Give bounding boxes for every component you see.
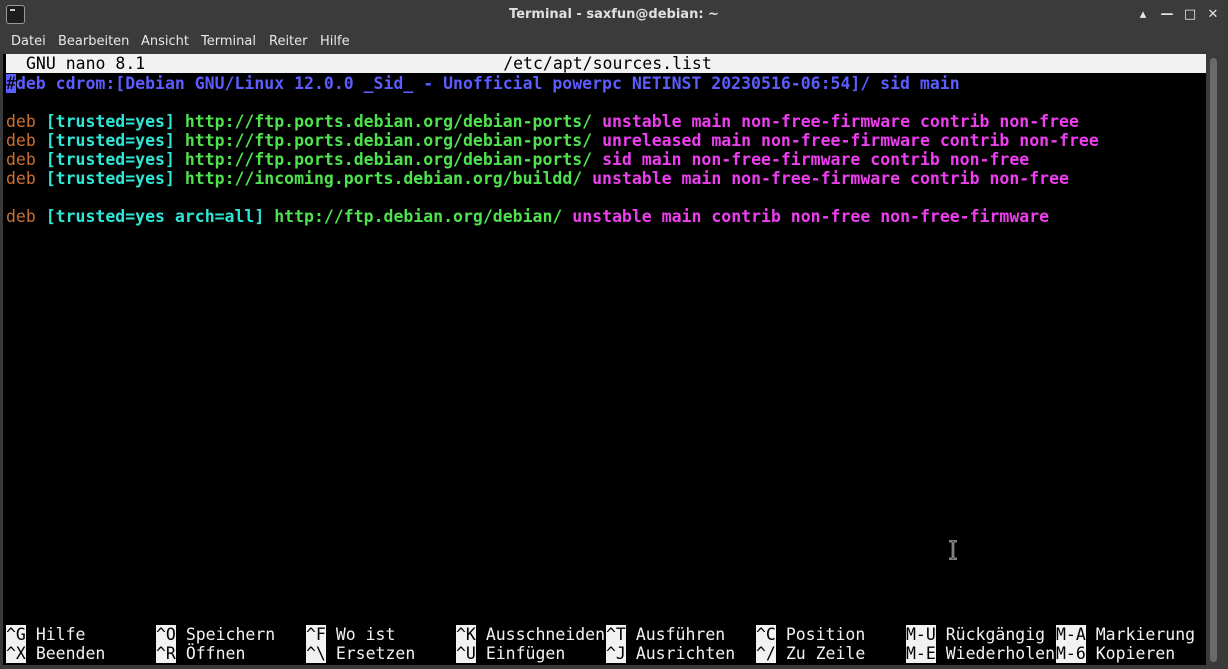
deb-options: [trusted=yes arch=all] bbox=[45, 207, 265, 226]
window-title: Terminal - saxfun@debian: ~ bbox=[509, 7, 719, 22]
shortcut-help[interactable]: ^G Hilfe bbox=[6, 625, 85, 644]
deb-url: http://ftp.ports.debian.org/debian-ports… bbox=[184, 131, 593, 150]
shade-up-icon[interactable]: ▴ bbox=[1134, 6, 1152, 24]
editor-line-6[interactable]: deb [trusted=yes] http://incoming.ports.… bbox=[6, 169, 1069, 188]
deb-url: http://ftp.ports.debian.org/debian-ports… bbox=[184, 112, 593, 131]
deb-keyword: deb bbox=[6, 112, 36, 131]
shortcut-justify[interactable]: ^J Ausrichten bbox=[606, 644, 735, 663]
deb-keyword: deb bbox=[6, 131, 36, 150]
minimize-icon[interactable]: — bbox=[1158, 6, 1176, 24]
shortcut-go-to-line[interactable]: ^/ Zu Zeile bbox=[756, 644, 865, 663]
menu-hilfe[interactable]: Hilfe bbox=[320, 34, 350, 49]
close-icon[interactable]: ✕ bbox=[1204, 6, 1222, 24]
shortcut-open[interactable]: ^R Öffnen bbox=[156, 644, 245, 663]
text-cursor-icon bbox=[949, 540, 957, 560]
shortcut-mark[interactable]: M-A Markierung bbox=[1056, 625, 1195, 644]
terminal-area[interactable]: GNU nano 8.1 /etc/apt/sources.list #deb … bbox=[3, 54, 1209, 665]
deb-components: unstable main non-free-firmware contrib … bbox=[602, 112, 1079, 131]
shortcut-paste[interactable]: ^U Einfügen bbox=[456, 644, 565, 663]
shortcut-exit[interactable]: ^X Beenden bbox=[6, 644, 105, 663]
shortcut-undo[interactable]: M-U Rückgängig bbox=[906, 625, 1045, 644]
deb-keyword: deb bbox=[6, 169, 36, 188]
shortcut-position[interactable]: ^C Position bbox=[756, 625, 865, 644]
deb-url: http://incoming.ports.debian.org/buildd/ bbox=[184, 169, 583, 188]
text-cursor: # bbox=[6, 74, 16, 93]
shortcut-execute[interactable]: ^T Ausführen bbox=[606, 625, 725, 644]
deb-options: [trusted=yes] bbox=[45, 150, 175, 169]
editor-line-4[interactable]: deb [trusted=yes] http://ftp.ports.debia… bbox=[6, 131, 1099, 150]
comment-text: deb cdrom:[Debian GNU/Linux 12.0.0 _Sid_… bbox=[15, 74, 960, 93]
menu-terminal[interactable]: Terminal bbox=[201, 34, 256, 49]
menu-reiter[interactable]: Reiter bbox=[269, 34, 308, 49]
shortcut-cut[interactable]: ^K Ausschneiden bbox=[456, 625, 605, 644]
deb-options: [trusted=yes] bbox=[45, 112, 175, 131]
shortcut-where-is[interactable]: ^F Wo ist bbox=[306, 625, 395, 644]
shortcut-redo[interactable]: M-E Wiederholen bbox=[906, 644, 1055, 663]
deb-components: sid main non-free-firmware contrib non-f… bbox=[602, 150, 1030, 169]
editor-line-8[interactable]: deb [trusted=yes arch=all] http://ftp.de… bbox=[6, 207, 1049, 226]
deb-components: unreleased main non-free-firmware contri… bbox=[602, 131, 1099, 150]
menu-datei[interactable]: Datei bbox=[11, 34, 46, 49]
editor-line-3[interactable]: deb [trusted=yes] http://ftp.ports.debia… bbox=[6, 112, 1079, 131]
nano-title-bar: GNU nano 8.1 /etc/apt/sources.list bbox=[6, 54, 1209, 73]
deb-url: http://ftp.debian.org/debian/ bbox=[274, 207, 563, 226]
shortcut-save[interactable]: ^O Speichern bbox=[156, 625, 275, 644]
deb-components: unstable main non-free-firmware contrib … bbox=[592, 169, 1069, 188]
window-titlebar[interactable]: Terminal - saxfun@debian: ~ ▴ — □ ✕ bbox=[0, 0, 1228, 31]
deb-keyword: deb bbox=[6, 207, 36, 226]
deb-options: [trusted=yes] bbox=[45, 169, 175, 188]
deb-components: unstable main contrib non-free non-free-… bbox=[572, 207, 1050, 226]
editor-line-1[interactable]: #deb cdrom:[Debian GNU/Linux 12.0.0 _Sid… bbox=[6, 74, 960, 93]
deb-keyword: deb bbox=[6, 150, 36, 169]
scrollbar-thumb[interactable] bbox=[1210, 58, 1217, 662]
menu-bearbeiten[interactable]: Bearbeiten bbox=[58, 34, 129, 49]
menu-ansicht[interactable]: Ansicht bbox=[141, 34, 189, 49]
maximize-icon[interactable]: □ bbox=[1181, 6, 1199, 24]
editor-line-5[interactable]: deb [trusted=yes] http://ftp.ports.debia… bbox=[6, 150, 1029, 169]
nano-filename: /etc/apt/sources.list bbox=[503, 54, 712, 73]
shortcut-replace[interactable]: ^\ Ersetzen bbox=[306, 644, 415, 663]
shortcut-copy[interactable]: M-6 Kopieren bbox=[1056, 644, 1175, 663]
deb-url: http://ftp.ports.debian.org/debian-ports… bbox=[184, 150, 593, 169]
deb-options: [trusted=yes] bbox=[45, 131, 175, 150]
menu-bar: Datei Bearbeiten Ansicht Terminal Reiter… bbox=[0, 31, 1228, 54]
